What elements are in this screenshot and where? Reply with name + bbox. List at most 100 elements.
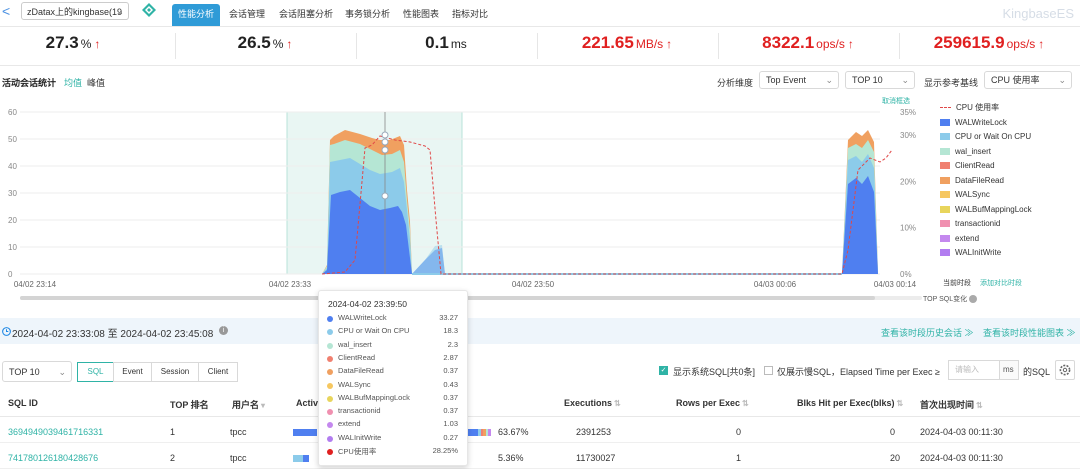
- col-header-7[interactable]: 首次出现时间 ⇅: [920, 398, 983, 411]
- user-cell: tpcc: [230, 427, 247, 437]
- activity-bar-segment: [303, 455, 305, 462]
- hover-point: [381, 146, 389, 154]
- tab-5[interactable]: 指标对比: [446, 4, 494, 26]
- tab-0[interactable]: 性能分析: [172, 4, 221, 26]
- col-header-3[interactable]: Activi: [296, 398, 321, 408]
- legend-label: ClientRead: [955, 161, 995, 170]
- history-session-link[interactable]: 查看该时段历史会话 ≫: [881, 326, 974, 339]
- legend-label: DataFileRead: [955, 175, 1004, 185]
- legend-item-4[interactable]: DataFileRead: [940, 175, 1004, 187]
- metric-divider: [356, 33, 357, 59]
- metric-divider: [899, 33, 900, 59]
- legend-item-6[interactable]: WALBufMappingLock: [940, 204, 1032, 216]
- time-range-bar: 2024-04-02 23:33:08 至 2024-04-02 23:45:0…: [0, 318, 1080, 344]
- col-header-6[interactable]: Blks Hit per Exec(blks) ⇅: [797, 398, 903, 408]
- slow-sql-checkbox[interactable]: [764, 366, 773, 375]
- back-icon[interactable]: <: [2, 3, 10, 19]
- col-header-1[interactable]: TOP 排名: [170, 398, 209, 411]
- tooltip-value: 1.03: [443, 419, 458, 429]
- database-select[interactable]: zDatax上的kingbase(19 ⌄: [21, 2, 129, 20]
- tooltip-row: CPU or Wait On CPU 18.3: [325, 326, 461, 339]
- col-header-5[interactable]: Rows per Exec ⇅: [676, 398, 749, 408]
- tooltip-dot: [327, 409, 333, 416]
- gear-icon[interactable]: [1055, 360, 1075, 380]
- x-tick: 04/03 00:14: [874, 280, 917, 289]
- tooltip-value: 2.87: [443, 352, 458, 362]
- col-header-label: Rows per Exec: [676, 398, 741, 408]
- show-system-sql-checkbox[interactable]: ✓: [659, 366, 668, 375]
- first-seen-cell: 2024-04-03 00:11:30: [920, 427, 1003, 437]
- tooltip-value: 2.3: [447, 339, 458, 349]
- tab-4[interactable]: 性能图表: [397, 4, 445, 26]
- user-cell: tpcc: [230, 453, 247, 463]
- legend-item-1[interactable]: CPU or Wait On CPU: [940, 131, 1031, 143]
- legend-swatch: [940, 176, 950, 184]
- legend-item-2[interactable]: wal_insert: [940, 146, 991, 158]
- sort-icon[interactable]: ⇅: [897, 399, 904, 408]
- rank-cell: 2: [170, 453, 176, 463]
- top-n-select[interactable]: TOP 10 ⌄: [845, 71, 915, 89]
- legend-item-cpu-usage[interactable]: CPU 使用率: [940, 102, 999, 114]
- col-header-4[interactable]: Executions ⇅: [564, 398, 621, 408]
- tooltip-dot: [327, 329, 333, 336]
- sort-icon[interactable]: ⇅: [614, 399, 621, 408]
- dimension-label: 分析维度: [717, 78, 754, 88]
- tooltip-row: WALWriteLock 33.27: [325, 313, 461, 326]
- legend-swatch: [940, 234, 950, 242]
- sort-icon[interactable]: ⇅: [976, 401, 983, 410]
- active-session-chart[interactable]: 0 10 20 30 40 50 60 0% 10% 20% 30% 35% 04/02 23:14 04…: [0, 100, 935, 305]
- tab-1[interactable]: 会话管理: [223, 4, 271, 26]
- legend-label: WALWriteLock: [955, 117, 1007, 127]
- legend-item-5[interactable]: WALSync: [940, 189, 990, 201]
- tooltip-row: WALInitWrite 0.27: [325, 433, 461, 446]
- info-icon[interactable]: i: [219, 326, 228, 335]
- filter-icon[interactable]: ▾: [261, 401, 265, 410]
- add-compare-link[interactable]: 添加对比时段: [980, 278, 1022, 288]
- sql-id-link[interactable]: 741780126180428676: [8, 453, 98, 463]
- tooltip-dot: [327, 435, 333, 442]
- perf-chart-link[interactable]: 查看该时段性能图表 ≫: [983, 326, 1076, 339]
- tooltip-name: extend: [338, 419, 361, 429]
- filter-type-event[interactable]: Event: [113, 362, 152, 382]
- peak-toggle[interactable]: 峰值: [87, 76, 105, 89]
- y-left-tick: 0: [8, 270, 13, 279]
- sql-id-link[interactable]: 3694949039461716331: [8, 427, 103, 437]
- legend-swatch: [940, 162, 950, 170]
- tooltip-value: 18.3: [443, 326, 458, 336]
- metric-5: 259615.9 ops/s ↑: [899, 33, 1079, 57]
- y-right-tick: 10%: [900, 224, 916, 233]
- dimension-select[interactable]: Top Event ⌄: [759, 71, 839, 89]
- legend-swatch: [940, 191, 950, 199]
- filter-type-session[interactable]: Session: [151, 362, 199, 382]
- tooltip-value: 33.27: [439, 313, 458, 322]
- filter-type-sql[interactable]: SQL: [77, 362, 114, 382]
- tab-2[interactable]: 会话阻塞分析: [273, 4, 339, 26]
- col-header-label: 用户名: [232, 400, 260, 410]
- x-tick: 04/02 23:33: [269, 280, 312, 289]
- sort-icon[interactable]: ⇅: [742, 399, 749, 408]
- legend-item-7[interactable]: transactionid: [940, 218, 1000, 230]
- metric-unit: %: [272, 37, 284, 51]
- baseline-label: 显示参考基线: [924, 78, 979, 88]
- info-icon[interactable]: [969, 295, 978, 304]
- metric-unit: ms: [450, 37, 467, 51]
- tooltip-value: 0.37: [443, 392, 458, 402]
- col-header-label: Blks Hit per Exec(blks): [797, 398, 895, 408]
- elapsed-input[interactable]: 请输入: [948, 360, 1000, 380]
- legend-item-0[interactable]: WALWriteLock: [940, 117, 1007, 129]
- col-header-0[interactable]: SQL ID: [8, 398, 38, 408]
- col-header-2[interactable]: 用户名 ▾: [232, 398, 265, 411]
- table-top-select[interactable]: TOP 10 ⌄: [2, 361, 72, 382]
- legend-item-3[interactable]: ClientRead: [940, 160, 995, 172]
- legend-item-8[interactable]: extend: [940, 233, 979, 245]
- top-nav: < zDatax上的kingbase(19 ⌄ 性能分析 会话管理 会话阻塞分析 事务…: [0, 0, 1080, 26]
- filter-type-client[interactable]: Client: [198, 362, 238, 382]
- baseline-select[interactable]: CPU 使用率 ⌄: [984, 71, 1072, 89]
- legend-item-9[interactable]: WALInitWrite: [940, 247, 1001, 259]
- tooltip-time: 2024-04-02 23:39:50: [328, 299, 407, 309]
- chevron-down-icon: ⌄: [901, 75, 909, 85]
- hover-point: [381, 131, 389, 139]
- tab-3[interactable]: 事务锁分析: [339, 4, 396, 26]
- tooltip-dot: [327, 316, 333, 322]
- avg-toggle[interactable]: 均值: [64, 76, 82, 89]
